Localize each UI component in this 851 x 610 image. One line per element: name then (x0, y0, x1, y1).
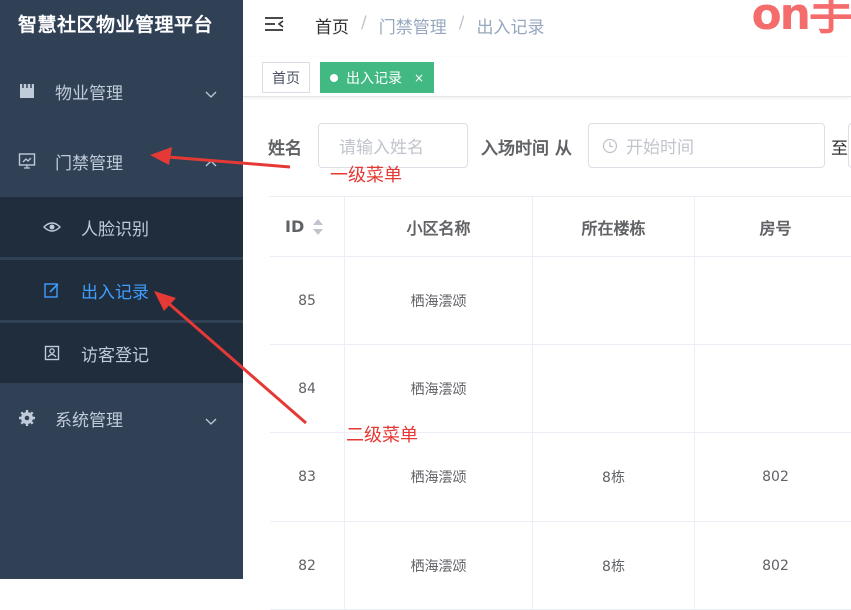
cell-id: 84 (270, 345, 345, 433)
cell-community: 栖海澐颂 (345, 257, 533, 345)
tag-records[interactable]: 出入记录 × (320, 62, 435, 93)
breadcrumb-separator: / (361, 13, 367, 33)
chevron-up-icon (205, 155, 217, 167)
cell-room: 802 (695, 522, 851, 610)
cell-id: 82 (270, 522, 345, 610)
start-time-input[interactable]: 开始时间 (588, 123, 825, 168)
column-header-id[interactable]: ID (270, 197, 345, 257)
name-placeholder: 请输入姓名 (339, 138, 424, 158)
app-title: 智慧社区物业管理平台 (18, 14, 214, 36)
cell-id: 83 (270, 433, 345, 522)
breadcrumb: 首页 / 门禁管理 / 出入记录 (315, 13, 544, 38)
menu-label: 访客登记 (81, 345, 149, 366)
cell-id: 85 (270, 257, 345, 345)
eye-icon (43, 218, 61, 236)
cell-community: 栖海澐颂 (345, 522, 533, 610)
menu-item-access[interactable]: 门禁管理 (0, 131, 243, 191)
tag-home[interactable]: 首页 (262, 62, 310, 93)
tag-label: 首页 (272, 70, 300, 87)
submenu-item-visitor[interactable]: 访客登记 (0, 323, 243, 383)
edit-icon (43, 281, 61, 299)
to-label: 至 (831, 139, 848, 159)
column-header-room: 房号 (695, 197, 851, 257)
breadcrumb-access[interactable]: 门禁管理 (379, 13, 447, 38)
cell-room: 802 (695, 433, 851, 522)
annotation-level2: 二级菜单 (346, 425, 418, 446)
cell-room (695, 345, 851, 433)
clock-icon (602, 138, 618, 154)
chevron-down-icon (205, 85, 217, 98)
gear-icon (18, 409, 36, 427)
menu-label: 物业管理 (55, 83, 123, 104)
visitor-icon (43, 344, 61, 362)
column-header-label: ID (285, 217, 305, 236)
cell-room (695, 257, 851, 345)
menu-label: 门禁管理 (55, 153, 123, 174)
menu-item-property[interactable]: 物业管理 (0, 61, 243, 121)
column-header-building: 所在楼栋 (533, 197, 695, 257)
breadcrumb-current: 出入记录 (476, 18, 545, 38)
menu-label: 人脸识别 (81, 219, 149, 240)
cell-building: 8栋 (533, 522, 695, 610)
cell-community: 栖海澐颂 (345, 345, 533, 433)
navbar: 首页 / 门禁管理 / 出入记录 on手 (243, 0, 851, 50)
close-icon[interactable]: × (414, 71, 424, 85)
main-content: 首页 / 门禁管理 / 出入记录 on手 首页 出入记录 × 姓名 请输入姓名 … (243, 0, 851, 610)
cell-building (533, 345, 695, 433)
monitor-icon (18, 152, 36, 170)
cell-building: 8栋 (533, 433, 695, 522)
chevron-down-icon (205, 412, 217, 425)
start-time-placeholder: 开始时间 (626, 138, 694, 158)
logo-partial: on手 (751, 0, 851, 40)
menu-label: 出入记录 (81, 282, 149, 303)
tags-view: 首页 出入记录 × (243, 57, 851, 97)
menu-label: 系统管理 (55, 410, 123, 431)
breadcrumb-home[interactable]: 首页 (315, 13, 349, 38)
records-table: ID 小区名称 所在楼栋 房号 85 栖海澐颂 84 栖海澐颂 83 栖海澐颂 … (269, 196, 851, 610)
tag-label: 出入记录 (346, 70, 402, 87)
building-icon (18, 82, 36, 100)
annotation-level1: 一级菜单 (330, 165, 402, 186)
name-label: 姓名 (268, 139, 302, 159)
submenu-item-records[interactable]: 出入记录 (0, 260, 243, 320)
sidebar: 智慧社区物业管理平台 物业管理 门禁管理 人脸识别 出入记录 访客登记 系统管理 (0, 0, 243, 579)
column-header-community: 小区名称 (345, 197, 533, 257)
submenu-item-face[interactable]: 人脸识别 (0, 197, 243, 257)
breadcrumb-separator: / (458, 13, 465, 33)
cell-building (533, 257, 695, 345)
active-dot-icon (330, 73, 338, 82)
hamburger-icon[interactable] (264, 14, 284, 34)
sort-icon[interactable] (312, 218, 324, 236)
time-label: 入场时间 从 (481, 139, 572, 159)
menu-item-system[interactable]: 系统管理 (0, 388, 243, 448)
